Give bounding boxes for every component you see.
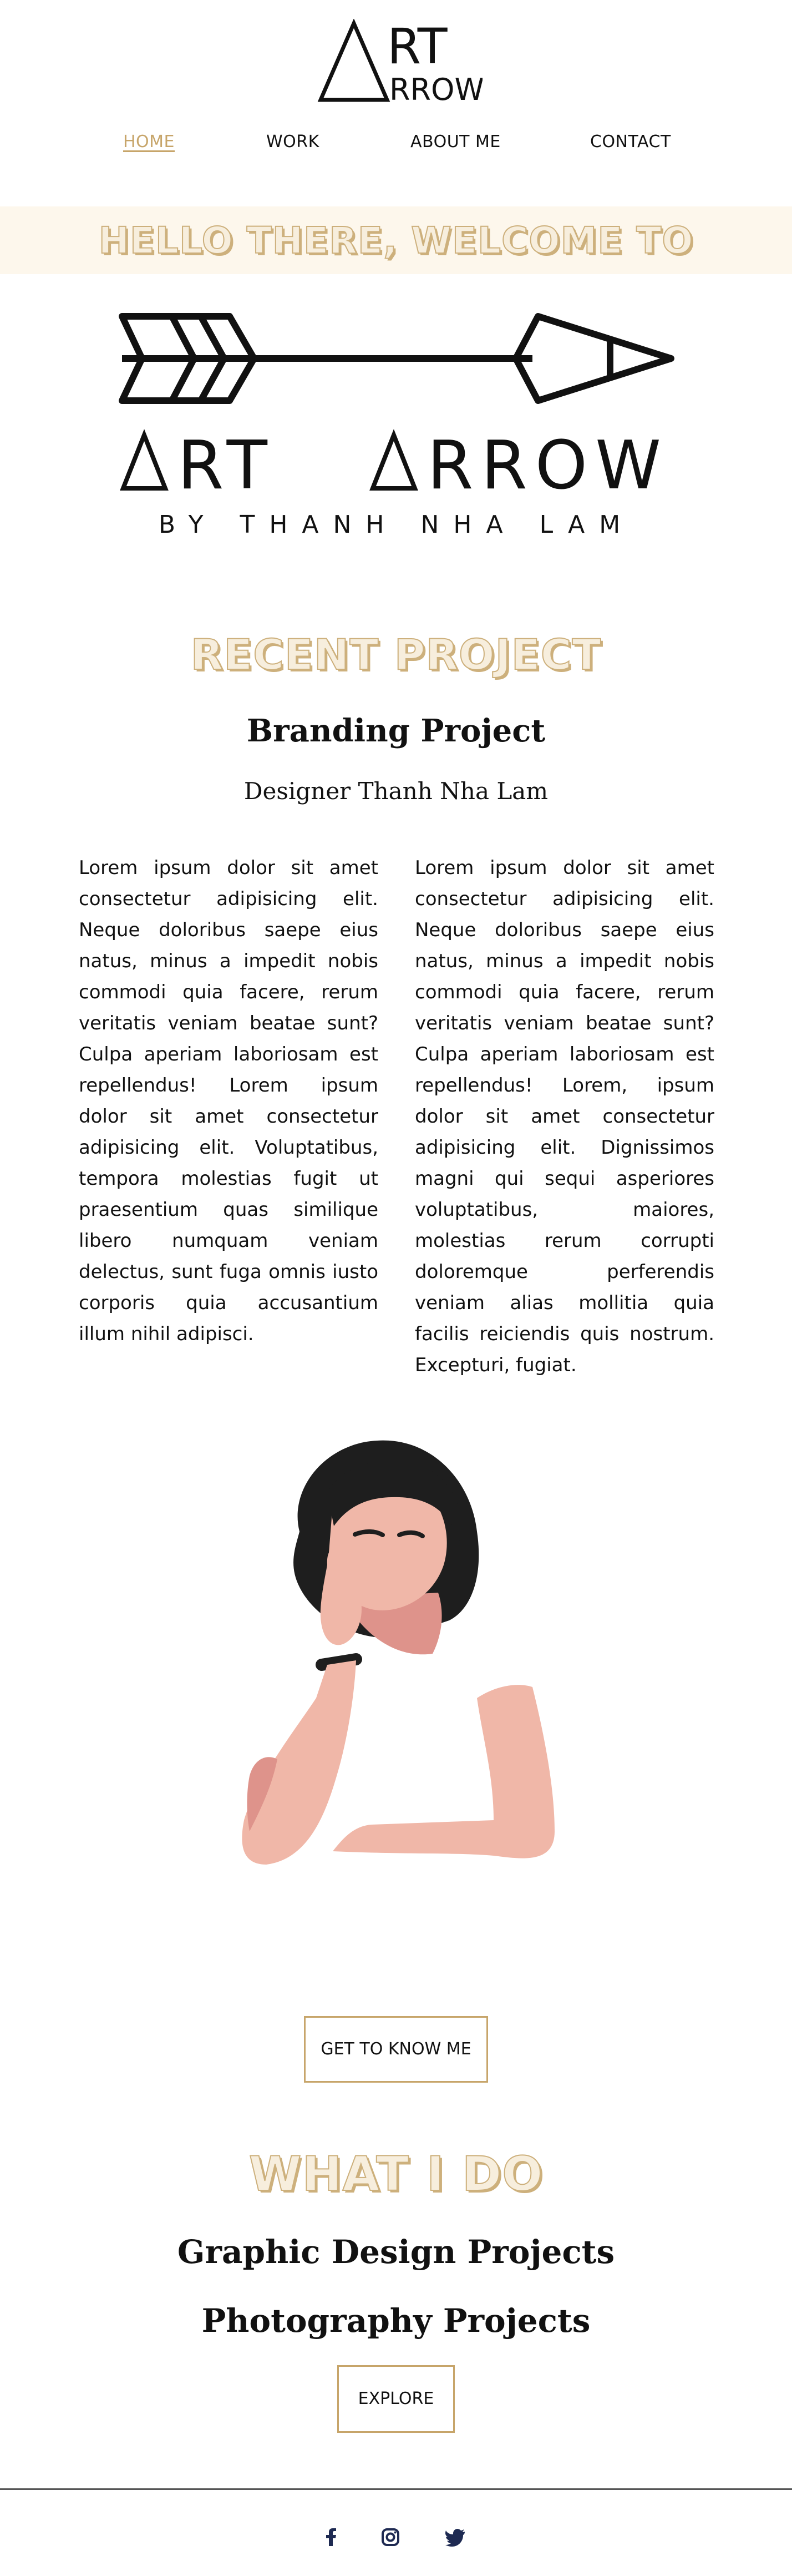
brand-name-2: RROW — [427, 427, 669, 504]
facebook-icon[interactable] — [321, 2526, 343, 2548]
welcome-text: HELLO THERE, WELCOME TO — [98, 219, 694, 262]
nav-work[interactable]: WORK — [266, 132, 319, 151]
twitter-icon[interactable] — [445, 2526, 467, 2548]
brand-arrow-logo: RT RROW BY THANH NHA LAM — [119, 313, 674, 539]
logo-text-top: RT — [387, 19, 448, 75]
instagram-icon[interactable] — [379, 2526, 402, 2548]
woman-illustration — [242, 1440, 555, 1865]
arm-right — [333, 1685, 555, 1858]
project-subtitle: Designer Thanh Nha Lam — [243, 777, 549, 805]
arrow-head — [512, 313, 674, 404]
nav-contact[interactable]: CONTACT — [590, 132, 671, 151]
service-photography[interactable]: Photography Projects — [0, 2301, 792, 2341]
what-i-do-heading: WHAT I DO — [248, 2146, 544, 2203]
brand-byline: BY THANH NHA LAM — [159, 511, 634, 539]
project-text-right: Lorem ipsum dolor sit amet consectetur a… — [415, 857, 714, 1376]
welcome-banner: HELLO THERE, WELCOME TO — [0, 206, 792, 274]
logo-triangle — [317, 19, 390, 102]
page: RT RROW HOME WORK ABOUT ME CONTACT HELLO… — [0, 0, 792, 2576]
footer-divider — [0, 2488, 792, 2490]
project-text-left: Lorem ipsum dolor sit amet consectetur a… — [79, 857, 378, 1345]
nav-home[interactable]: HOME — [123, 132, 175, 151]
logo-text-bottom: RROW — [389, 72, 483, 102]
brand-name: RT — [177, 427, 275, 504]
nav-about-me[interactable]: ABOUT ME — [410, 132, 501, 151]
brand-a-triangle-1 — [120, 429, 169, 491]
service-graphic-design[interactable]: Graphic Design Projects — [0, 2232, 792, 2272]
explore-button[interactable]: EXPLORE — [337, 2365, 455, 2433]
main-nav: HOME WORK ABOUT ME CONTACT — [0, 132, 792, 160]
project-title: Branding Project — [246, 713, 546, 749]
get-to-know-me-button[interactable]: GET TO KNOW ME — [304, 2016, 488, 2083]
site-logo[interactable]: RT RROW — [316, 19, 483, 102]
recent-project-heading: RECENT PROJECT — [190, 629, 602, 680]
brand-a-triangle-2 — [369, 429, 418, 491]
